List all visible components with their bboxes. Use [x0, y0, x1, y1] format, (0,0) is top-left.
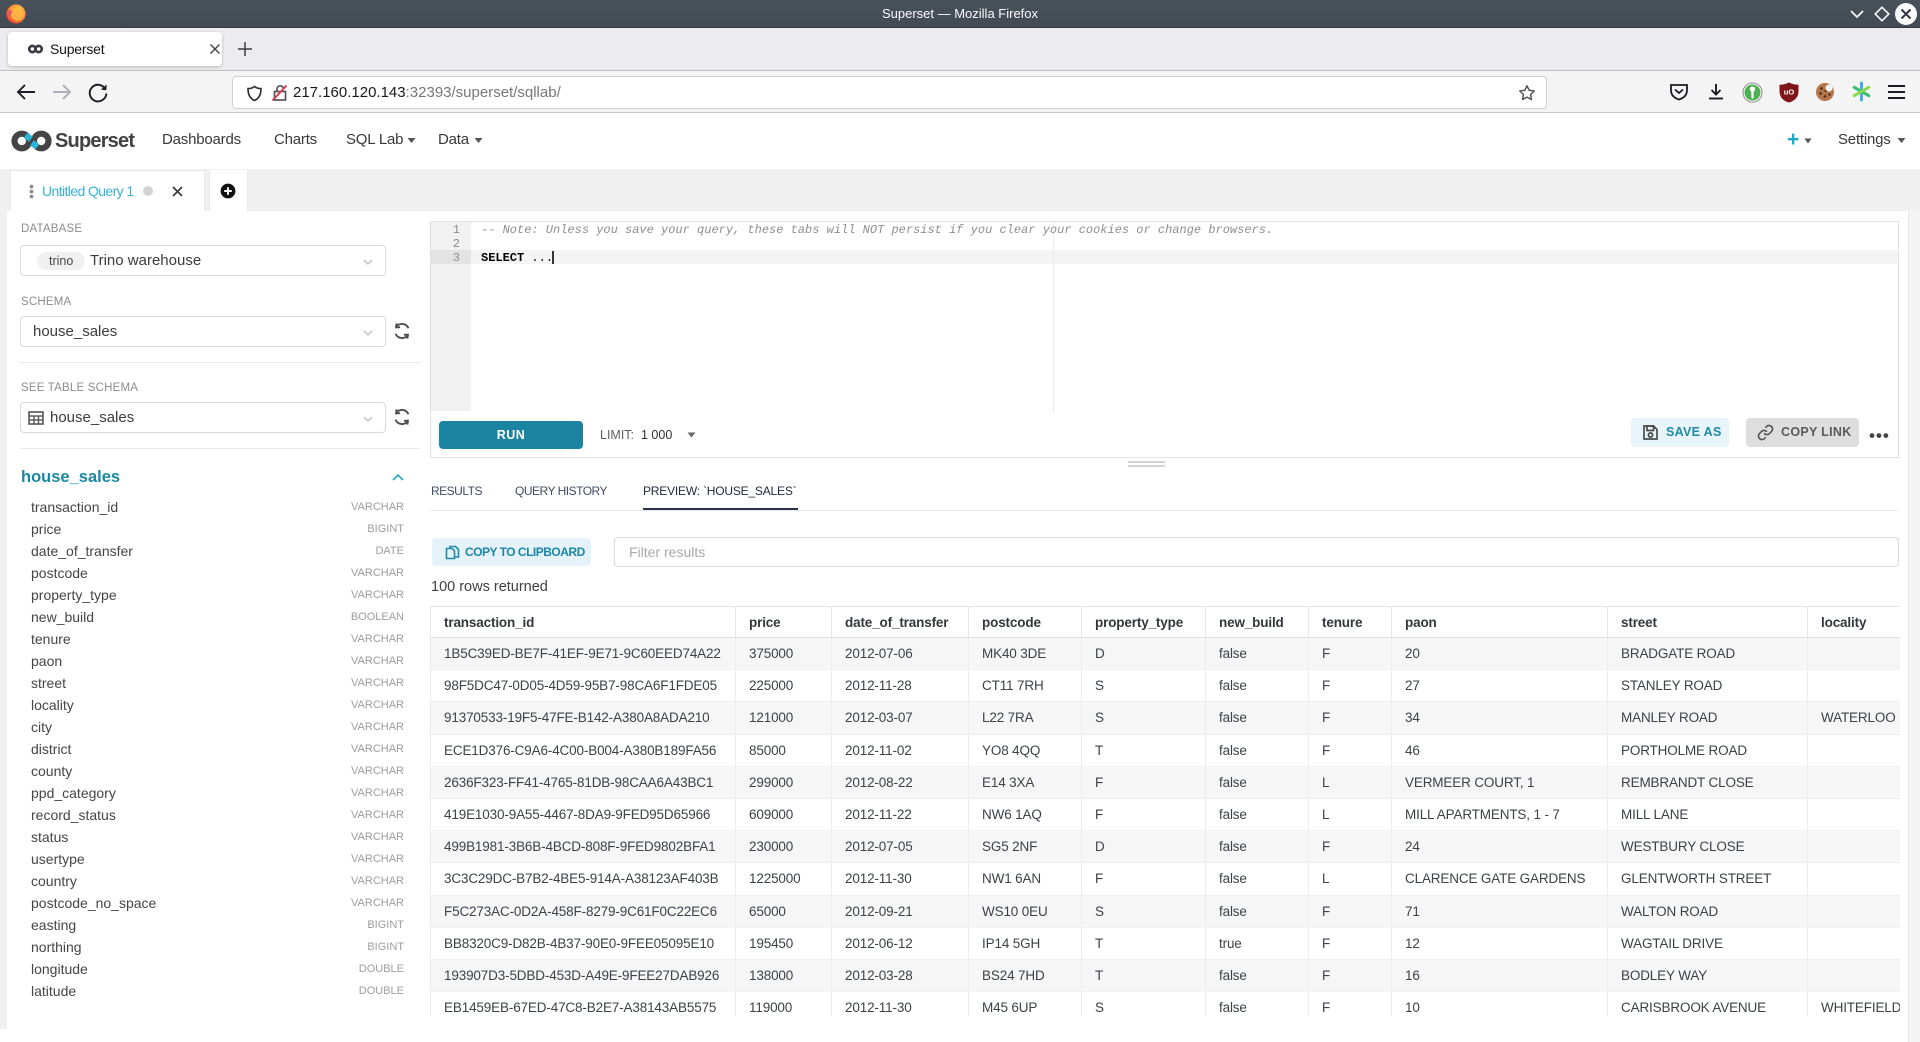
svg-text:uO: uO: [1784, 88, 1795, 97]
